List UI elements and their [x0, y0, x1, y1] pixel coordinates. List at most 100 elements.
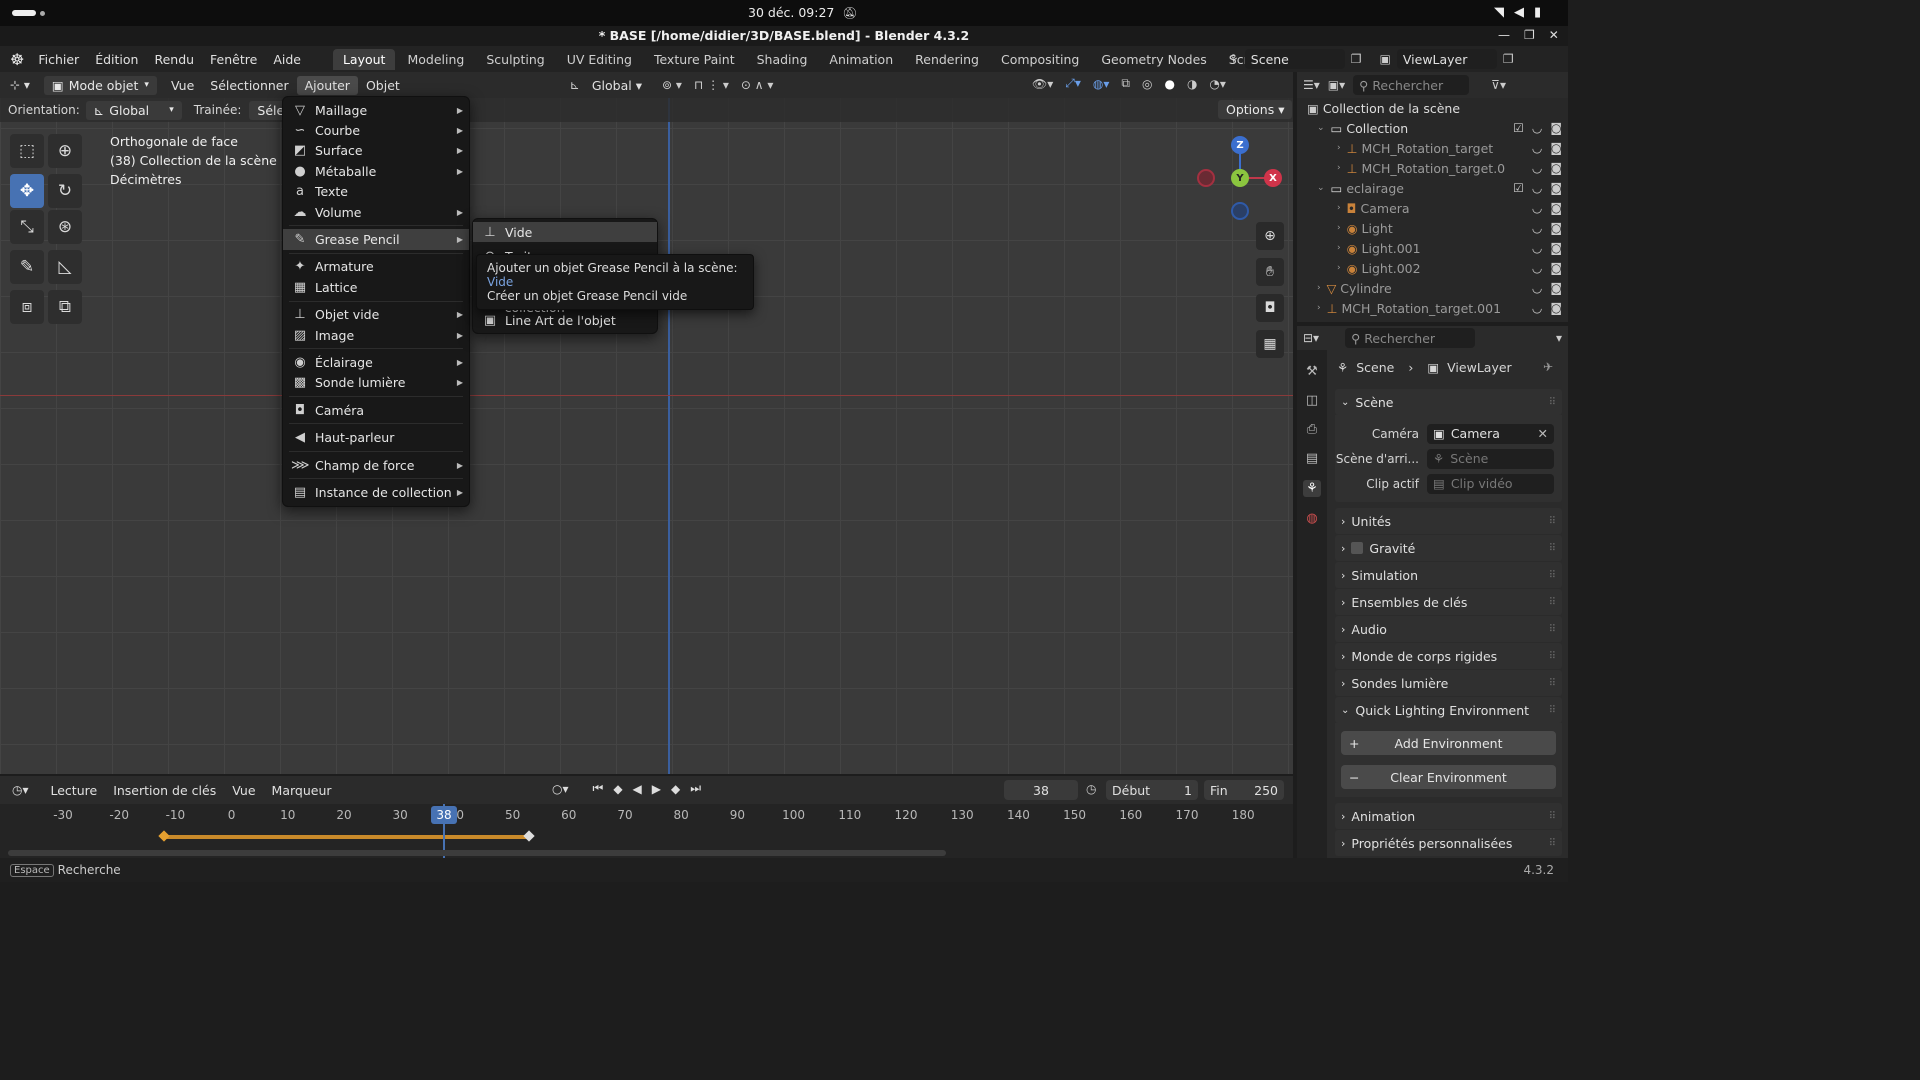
render-camera-icon[interactable]: ◙ [1550, 141, 1562, 155]
volume-icon[interactable]: ◀ [1514, 5, 1524, 20]
add-menu-item-lattice[interactable]: ▦ Lattice [283, 277, 469, 297]
properties-editor-icon[interactable]: ⊟▾ [1303, 331, 1319, 345]
proportional-edit-icon[interactable]: ⊙ ∧ ▾ [741, 78, 774, 92]
maximize-icon[interactable]: ❐ [1524, 28, 1535, 42]
outliner-row[interactable]: › ⊥ MCH_Rotation_target.001 ◡ ◙ [1297, 298, 1568, 318]
section-sondes-lumiere[interactable]: › Sondes lumière ⠿ [1335, 670, 1562, 696]
close-icon[interactable]: ✕ [1549, 28, 1559, 42]
auto-key-icon[interactable]: ○▾ [552, 782, 569, 796]
wifi-icon[interactable]: ◥ [1494, 5, 1504, 20]
gizmo-neg-z[interactable] [1231, 202, 1249, 220]
outliner-row[interactable]: › ◉ Light.002 ◡ ◙ [1297, 258, 1568, 278]
timeline-menu-insertion-de-cles[interactable]: Insertion de clés [105, 781, 224, 800]
outliner-row[interactable]: › ◘ Camera ◡ ◙ [1297, 198, 1568, 218]
render-camera-icon[interactable]: ◙ [1550, 161, 1562, 175]
pan-button[interactable]: ✋︎ [1256, 258, 1284, 286]
section-gravite[interactable]: › Gravité ⠿ [1335, 535, 1562, 561]
add-menu-item-champ-de-force[interactable]: ⋙ Champ de force ▶ [283, 455, 469, 475]
gizmo-neg-x[interactable] [1197, 169, 1215, 187]
gp-item-line-art-de-l-objet[interactable]: ▣ Line Art de l'objet [473, 310, 657, 330]
eye-icon[interactable]: ◡ [1532, 141, 1542, 155]
mode-selector[interactable]: ▣ Mode objet ▾ [43, 75, 157, 95]
add-menu-item-armature[interactable]: ✦ Armature [283, 257, 469, 277]
select-box-tool[interactable]: ⬚ [10, 134, 44, 168]
tab-rendering[interactable]: Rendering [905, 49, 989, 70]
start-frame-field[interactable]: Début 1 [1106, 780, 1198, 800]
jump-start-icon[interactable]: ⏮ [593, 781, 604, 796]
add-menu-item-image[interactable]: ▨ Image ▶ [283, 325, 469, 345]
ortho-toggle-button[interactable]: ▦ [1256, 330, 1284, 358]
xray-icon[interactable]: ⧉ [1121, 76, 1130, 91]
outliner-search[interactable]: ⚲ Rechercher [1353, 75, 1470, 95]
jump-end-icon[interactable]: ⏭ [690, 781, 701, 796]
section-animation[interactable]: › Animation ⠿ [1335, 803, 1562, 829]
render-camera-icon[interactable]: ◙ [1550, 241, 1562, 255]
gizmo-z[interactable]: Z [1231, 136, 1249, 154]
render-camera-icon[interactable]: ◙ [1550, 181, 1562, 195]
outliner-row[interactable]: › ◉ Light ◡ ◙ [1297, 218, 1568, 238]
snap-icon[interactable]: ⊓ ⋮ ▾ [694, 78, 729, 92]
qle-section-header[interactable]: ⌄ Quick Lighting Environment ⠿ [1335, 697, 1562, 723]
options-dropdown[interactable]: Options ▾ [1218, 100, 1293, 119]
eye-icon[interactable]: ◡ [1532, 201, 1542, 215]
editor-type-icon[interactable]: ⊹ ▾ [10, 78, 30, 92]
move-tool[interactable]: ✥ [10, 174, 44, 208]
overlay-icon[interactable]: ◍▾ [1093, 77, 1110, 91]
gizmo-x[interactable]: X [1264, 169, 1282, 187]
menu-objet[interactable]: Objet [358, 76, 408, 95]
tab-compositing[interactable]: Compositing [991, 49, 1089, 70]
end-frame-field[interactable]: Fin 250 [1204, 780, 1284, 800]
clock[interactable]: 30 déc. 09:27 [748, 5, 834, 20]
expand-chevron-icon[interactable]: › [1337, 223, 1341, 233]
checkbox-icon[interactable]: ☑ [1513, 121, 1524, 135]
add-menu-item-maillage[interactable]: ▽ Maillage ▶ [283, 100, 469, 120]
clear-environment-button[interactable]: − Clear Environment [1341, 765, 1556, 789]
outliner-row[interactable]: › ◉ Light.001 ◡ ◙ [1297, 238, 1568, 258]
scale-tool[interactable]: ⤡ [10, 210, 44, 244]
tool-tab-icon[interactable]: ⚒ [1306, 364, 1318, 379]
eye-icon[interactable]: ◡ [1532, 261, 1542, 275]
add-menu-item-haut-parleur[interactable]: ◀ Haut-parleur [283, 427, 469, 447]
render-camera-icon[interactable]: ◙ [1550, 281, 1562, 295]
outliner-editor-icon[interactable]: ☰▾ [1303, 78, 1320, 92]
scene-selector[interactable]: Scene [1244, 49, 1345, 69]
expand-chevron-icon[interactable]: › [1317, 283, 1321, 293]
eye-icon[interactable]: ◡ [1532, 181, 1542, 195]
menu-selectionner[interactable]: Sélectionner [202, 76, 296, 95]
properties-options-icon[interactable]: ▾ [1556, 331, 1562, 345]
menu-rendu[interactable]: Rendu [146, 52, 202, 67]
new-scene-icon[interactable]: ❐ [1351, 52, 1362, 66]
menu-vue[interactable]: Vue [163, 76, 202, 95]
wireframe-shading-icon[interactable]: ◎ [1142, 77, 1152, 91]
transform-orientation-dropdown[interactable]: Global ▾ [584, 76, 650, 95]
playhead-handle[interactable]: 38 [431, 806, 457, 824]
new-view-layer-icon[interactable]: ❐ [1503, 52, 1514, 66]
visibility-icon[interactable]: 👁︎▾ [1032, 77, 1053, 91]
add-menu-item-camera[interactable]: ◘ Caméra [283, 400, 469, 420]
keyframe-marker[interactable] [523, 830, 535, 842]
add-environment-button[interactable]: + Add Environment [1341, 731, 1556, 755]
view-layer-selector[interactable]: ViewLayer [1396, 49, 1497, 69]
material-shading-icon[interactable]: ◑ [1187, 77, 1197, 91]
outliner-row[interactable]: ⌄ ▭ Collection ☑ ◡ ◙ [1297, 118, 1568, 138]
tab-layout[interactable]: Layout [332, 48, 396, 70]
expand-chevron-icon[interactable]: › [1337, 203, 1341, 213]
filter-icon[interactable]: ⊽▾ [1491, 78, 1506, 92]
gravity-checkbox[interactable] [1351, 542, 1364, 554]
rotate-tool[interactable]: ↻ [48, 174, 82, 208]
keyframe-marker[interactable] [158, 830, 170, 842]
expand-chevron-icon[interactable]: ⌄ [1317, 123, 1325, 133]
tab-shading[interactable]: Shading [747, 49, 818, 70]
add-menu-item-grease-pencil[interactable]: ✎ Grease Pencil ▶ [283, 229, 469, 250]
blender-logo-icon[interactable]: ☸ [10, 50, 24, 69]
eye-icon[interactable]: ◡ [1532, 161, 1542, 175]
eye-icon[interactable]: ◡ [1532, 301, 1542, 315]
eye-icon[interactable]: ◡ [1532, 241, 1542, 255]
navigation-gizmo[interactable]: Z Y X [1196, 134, 1286, 224]
section-audio[interactable]: › Audio ⠿ [1335, 616, 1562, 642]
render-camera-icon[interactable]: ◙ [1550, 301, 1562, 315]
3d-viewport[interactable]: ⊹ ▾ ▣ Mode objet ▾ Vue Sélectionner Ajoute… [0, 72, 1293, 774]
add-menu-item-sonde-lumiere[interactable]: ▩ Sonde lumière ▶ [283, 373, 469, 393]
minimize-icon[interactable]: — [1498, 28, 1510, 42]
timeline-menu-vue[interactable]: Vue [224, 781, 263, 800]
